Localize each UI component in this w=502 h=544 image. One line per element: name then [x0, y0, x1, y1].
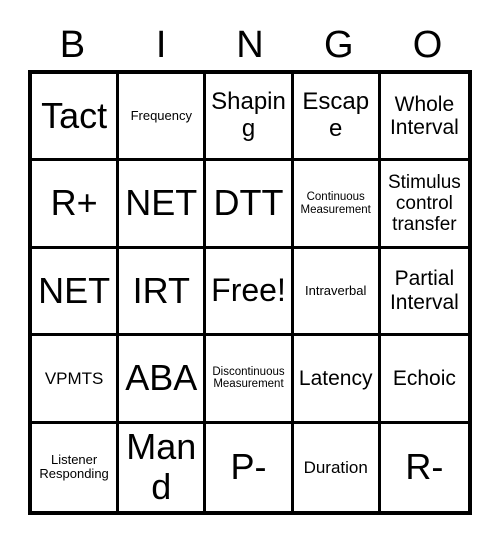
- bingo-cell-label: P-: [230, 446, 267, 488]
- bingo-cell[interactable]: NET: [32, 248, 120, 337]
- bingo-cell[interactable]: Duration: [293, 423, 381, 511]
- bingo-cell-label: Escape: [302, 88, 370, 143]
- bingo-cell-label: Intraverbal: [304, 282, 367, 298]
- bingo-free-space-cell[interactable]: Free!: [206, 248, 294, 337]
- bingo-cell-label: Frequency: [130, 107, 192, 123]
- bingo-cell[interactable]: ABA: [119, 336, 207, 424]
- bingo-header-letter-n: N: [236, 24, 264, 66]
- bingo-grid: Tact Frequency Shaping Escape Whole Inte…: [28, 70, 472, 515]
- bingo-cell[interactable]: Listener Responding: [32, 423, 120, 511]
- bingo-header-letter-o: O: [412, 24, 443, 66]
- bingo-cell[interactable]: Frequency: [119, 74, 207, 162]
- bingo-cell[interactable]: Latency: [293, 336, 381, 424]
- bingo-cell[interactable]: Discontinuous Measurement: [206, 336, 294, 424]
- bingo-cell[interactable]: Echoic: [380, 336, 468, 424]
- bingo-cell-label: NET: [38, 269, 111, 311]
- bingo-cell-label: Echoic: [392, 366, 456, 390]
- bingo-cell-label: Duration: [303, 457, 368, 477]
- bingo-cell[interactable]: Partial Interval: [380, 248, 468, 337]
- bingo-header-letter-i: I: [155, 24, 167, 66]
- bingo-cell[interactable]: IRT: [119, 248, 207, 337]
- bingo-cell-label: Tact: [41, 95, 108, 137]
- bingo-free-space-label: Free!: [211, 272, 286, 309]
- bingo-card: B I N G O Tact Frequency Shaping Escape …: [0, 0, 502, 544]
- bingo-cell-label: VPMTS: [44, 368, 104, 388]
- bingo-cell-label: Latency: [298, 366, 373, 390]
- bingo-cell[interactable]: NET: [119, 161, 207, 249]
- bingo-cell[interactable]: Escape: [293, 74, 381, 162]
- bingo-cell[interactable]: Mand: [119, 423, 207, 511]
- bingo-cell-label: IRT: [132, 269, 190, 311]
- bingo-cell[interactable]: Intraverbal: [293, 248, 381, 337]
- bingo-cell[interactable]: VPMTS: [32, 336, 120, 424]
- bingo-cell-label: NET: [125, 182, 198, 224]
- bingo-cell[interactable]: P-: [206, 423, 294, 511]
- bingo-cell-label: Listener Responding: [39, 451, 109, 482]
- bingo-cell-label: Continuous Measurement: [300, 190, 371, 216]
- bingo-cell-label: DTT: [213, 182, 284, 224]
- bingo-cell[interactable]: Continuous Measurement: [293, 161, 381, 249]
- bingo-cell-label: Shaping: [211, 88, 286, 143]
- bingo-cell[interactable]: Shaping: [206, 74, 294, 162]
- bingo-cell[interactable]: Stimulus control transfer: [380, 161, 468, 249]
- bingo-cell-label: R+: [50, 182, 98, 224]
- bingo-cell-label: Partial Interval: [389, 267, 459, 314]
- bingo-cell[interactable]: DTT: [206, 161, 294, 249]
- bingo-cell-label: Discontinuous Measurement: [212, 365, 285, 391]
- bingo-cell-label: Stimulus control transfer: [387, 171, 461, 236]
- bingo-cell[interactable]: R-: [380, 423, 468, 511]
- bingo-cell-label: Mand: [126, 425, 197, 508]
- bingo-cell[interactable]: R+: [32, 161, 120, 249]
- bingo-cell-label: Whole Interval: [389, 92, 459, 140]
- bingo-cell[interactable]: Whole Interval: [380, 74, 468, 162]
- bingo-header-letter-b: B: [59, 24, 86, 66]
- bingo-cell-label: ABA: [125, 357, 198, 399]
- bingo-cell[interactable]: Tact: [32, 74, 120, 162]
- bingo-header-letter-g: G: [324, 24, 354, 66]
- bingo-cell-label: R-: [405, 446, 444, 488]
- bingo-header-row: B I N G O: [28, 22, 472, 68]
